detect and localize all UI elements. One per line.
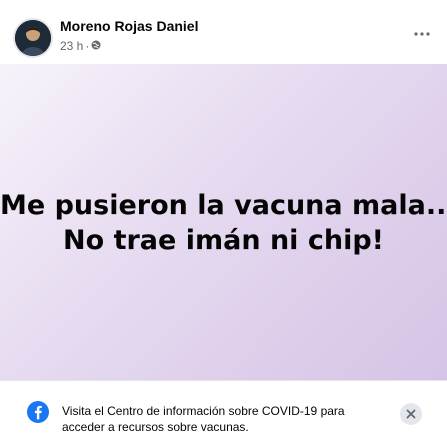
author-name[interactable]: Moreno Rojas Daniel bbox=[60, 18, 198, 34]
post-header: Moreno Rojas Daniel 23 h · bbox=[0, 0, 447, 64]
covid-info-banner: Visita el Centro de información sobre CO… bbox=[0, 380, 447, 445]
post-text: Me pusieron la vacuna mala... No trae im… bbox=[0, 188, 447, 258]
globe-icon bbox=[91, 39, 101, 53]
facebook-logo-icon bbox=[27, 401, 49, 423]
close-icon bbox=[406, 409, 416, 419]
covid-info-line-1: Visita el Centro de información sobre CO… bbox=[62, 404, 345, 418]
post-text-line-1: Me pusieron la vacuna mala... bbox=[0, 190, 447, 221]
post-timestamp[interactable]: 23 h bbox=[60, 39, 83, 53]
covid-info-text[interactable]: Visita el Centro de información sobre CO… bbox=[62, 403, 392, 435]
meta-separator: · bbox=[85, 39, 90, 53]
more-options-button[interactable] bbox=[408, 24, 436, 44]
dismiss-banner-button[interactable] bbox=[400, 403, 422, 425]
covid-info-line-2: acceder a recursos sobre vacunas. bbox=[62, 420, 249, 434]
more-horizontal-icon bbox=[414, 32, 430, 36]
post-meta: 23 h · bbox=[60, 39, 101, 53]
post-text-line-2: No trae imán ni chip! bbox=[63, 225, 384, 256]
author-avatar[interactable] bbox=[15, 20, 51, 56]
post-content: Me pusieron la vacuna mala... No trae im… bbox=[0, 64, 447, 380]
